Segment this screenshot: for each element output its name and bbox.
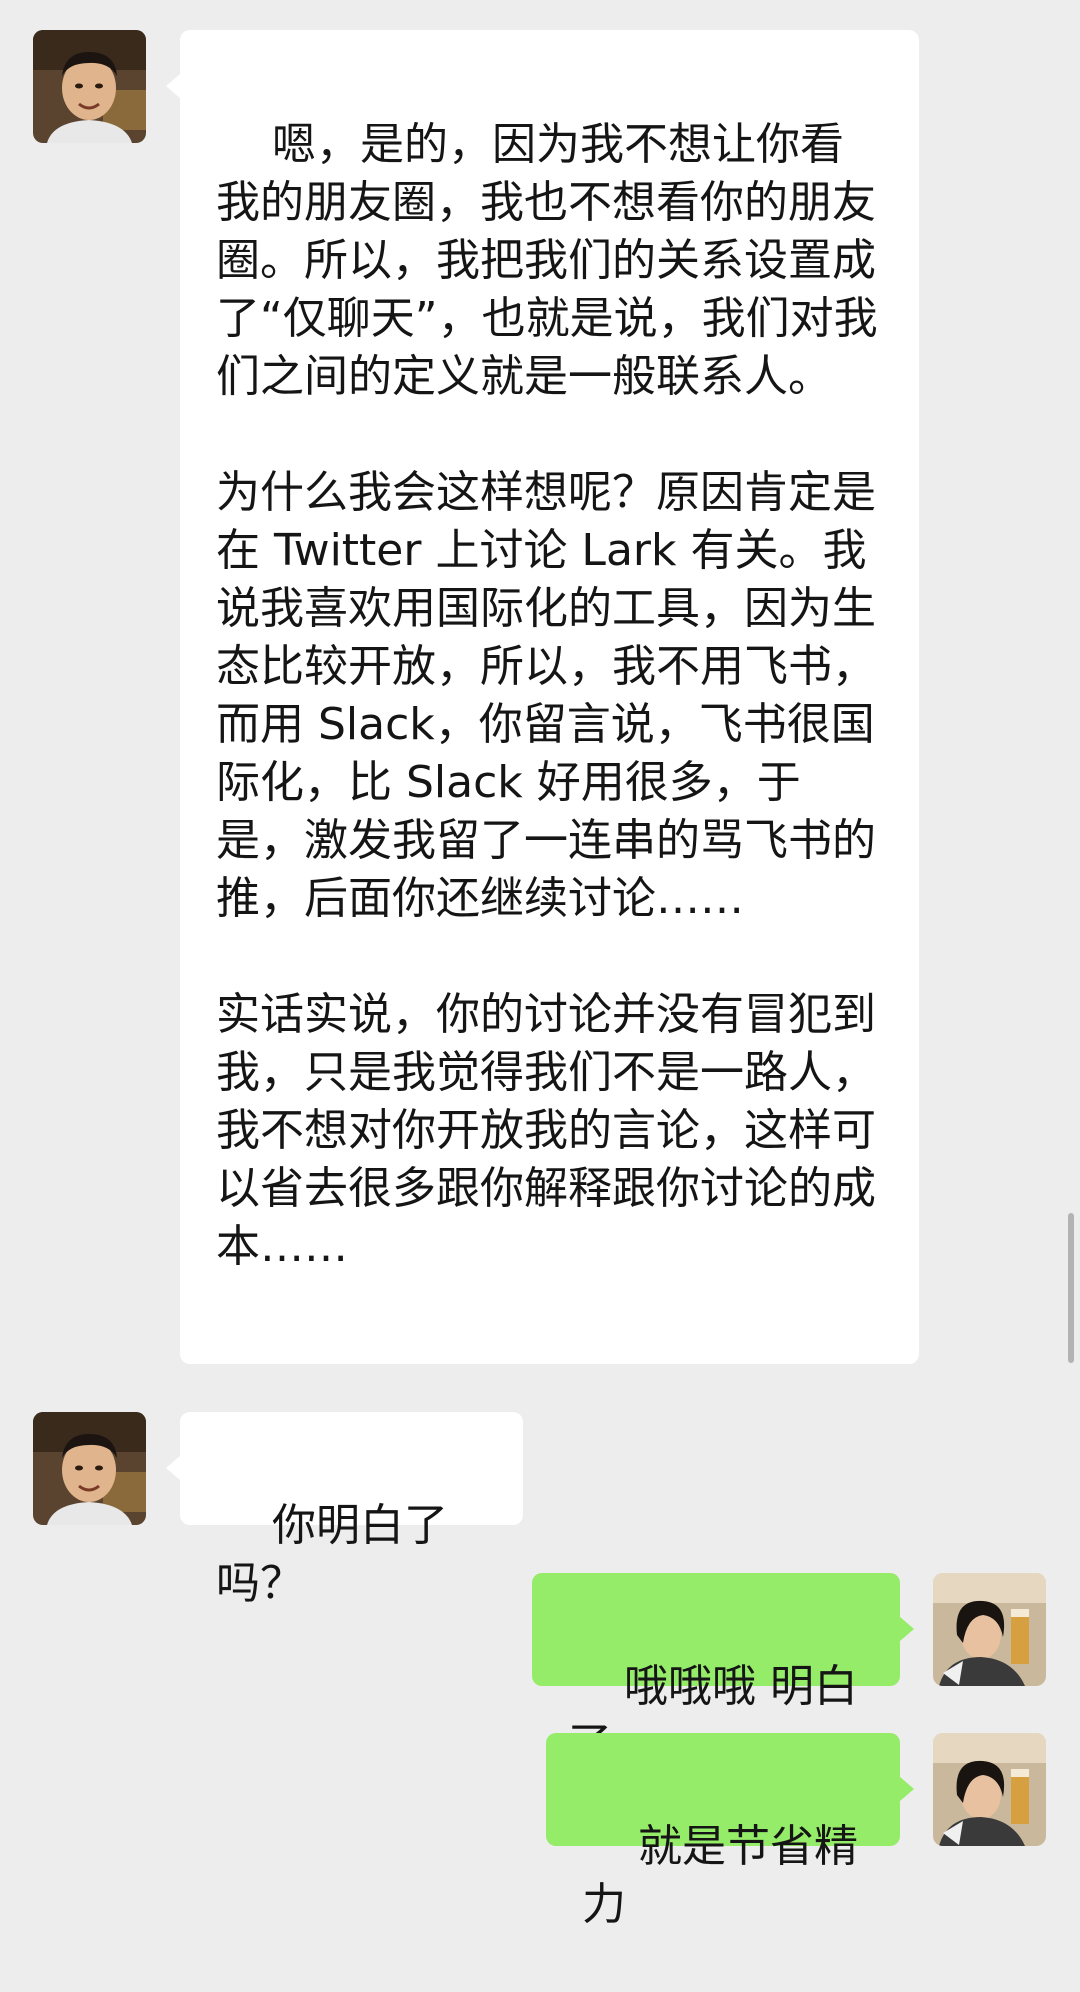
message-text: 你明白了吗？ bbox=[216, 1500, 448, 1609]
bubble-tail bbox=[900, 1617, 914, 1641]
outgoing-message-bubble[interactable]: 哦哦哦 明白了 bbox=[532, 1573, 900, 1770]
bubble-tail bbox=[900, 1777, 914, 1801]
self-avatar-image bbox=[933, 1573, 1046, 1686]
contact-avatar[interactable] bbox=[33, 30, 146, 143]
self-avatar[interactable] bbox=[933, 1733, 1046, 1846]
contact-avatar[interactable] bbox=[33, 1412, 146, 1525]
chat-message-list[interactable]: 嗯，是的，因为我不想让你看我的朋友圈，我也不想看你的朋友圈。所以，我把我们的关系… bbox=[0, 0, 1080, 1930]
message-text: 嗯，是的，因为我不想让你看我的朋友圈，我也不想看你的朋友圈。所以，我把我们的关系… bbox=[216, 119, 878, 1272]
bubble-tail bbox=[166, 1456, 180, 1480]
bubble-tail bbox=[166, 74, 180, 98]
scrollbar-thumb[interactable] bbox=[1068, 1213, 1074, 1363]
message-text: 就是节省精力 bbox=[582, 1821, 858, 1930]
outgoing-message-bubble[interactable]: 就是节省精力 bbox=[546, 1733, 900, 1930]
incoming-message-bubble[interactable]: 嗯，是的，因为我不想让你看我的朋友圈，我也不想看你的朋友圈。所以，我把我们的关系… bbox=[180, 30, 919, 1364]
self-avatar-image bbox=[933, 1733, 1046, 1846]
contact-avatar-image bbox=[33, 1412, 146, 1525]
incoming-message-bubble[interactable]: 你明白了吗？ bbox=[180, 1412, 523, 1609]
self-avatar[interactable] bbox=[933, 1573, 1046, 1686]
contact-avatar-image bbox=[33, 30, 146, 143]
